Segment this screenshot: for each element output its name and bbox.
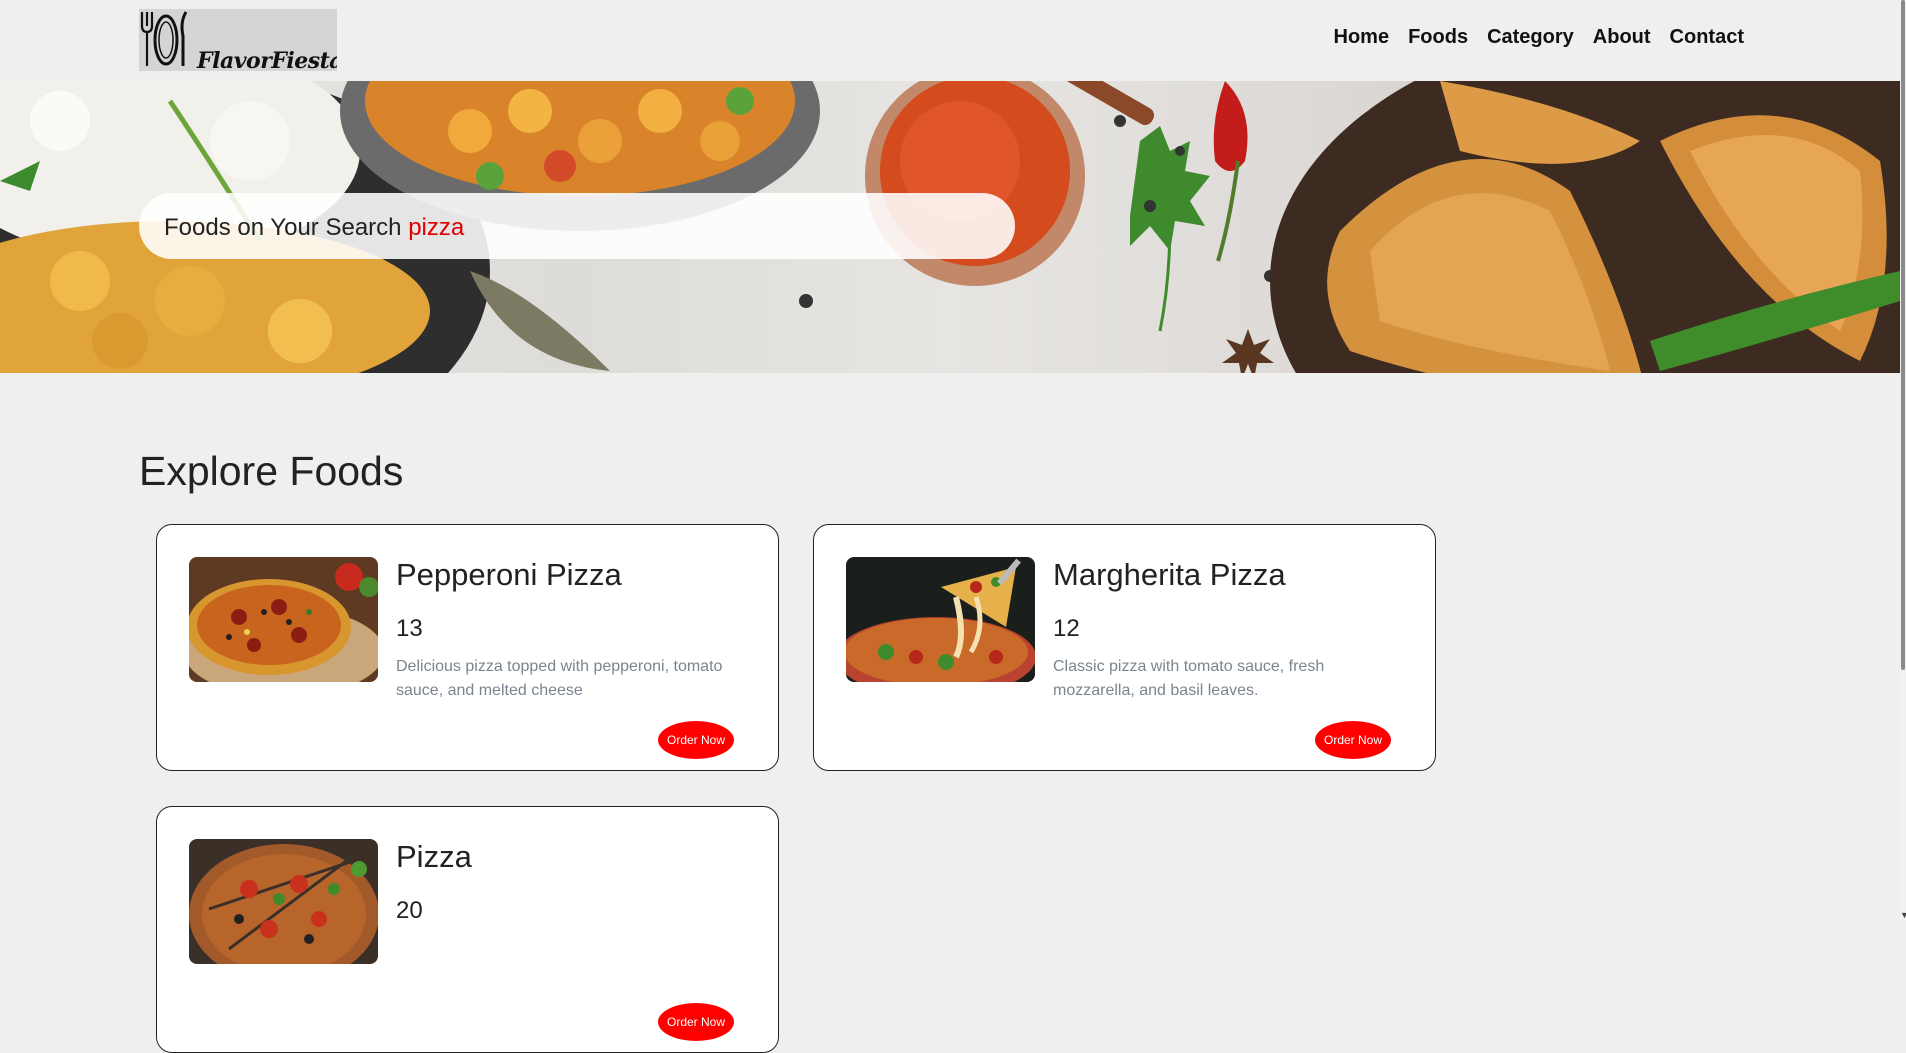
page-scrollbar[interactable]: ▼ [1900, 0, 1906, 922]
brand-logo[interactable]: FlavorFiesta [139, 9, 337, 71]
page-title: Explore Foods [139, 448, 404, 494]
nav-foods[interactable]: Foods [1408, 26, 1468, 49]
food-image [189, 839, 378, 964]
hero-banner: Foods on Your Search pizza [0, 81, 1900, 373]
search-result-text: Foods on Your Search pizza [164, 214, 464, 242]
nav-contact[interactable]: Contact [1670, 26, 1744, 49]
food-name: Pepperoni Pizza [396, 557, 622, 592]
food-card: Pizza 20 Order Now [156, 806, 779, 1053]
order-now-button[interactable]: Order Now [658, 1003, 734, 1041]
food-image [189, 557, 378, 682]
food-price: 20 [396, 897, 423, 924]
food-name: Pizza [396, 839, 472, 874]
search-term: pizza [408, 214, 465, 241]
fork-plate-knife-icon [140, 11, 188, 66]
food-price: 13 [396, 615, 423, 642]
scroll-down-arrow-icon[interactable]: ▼ [1900, 910, 1906, 920]
site-header: FlavorFiesta Home Foods Category About C… [0, 0, 1900, 81]
search-prefix: Foods on Your Search [164, 214, 402, 241]
food-card: Pepperoni Pizza 13 Delicious pizza toppe… [156, 524, 779, 771]
food-price: 12 [1053, 615, 1080, 642]
nav-category[interactable]: Category [1487, 26, 1574, 49]
main-nav: Home Foods Category About Contact [1334, 26, 1745, 49]
order-now-button[interactable]: Order Now [1315, 721, 1391, 759]
scrollbar-thumb[interactable] [1901, 0, 1905, 670]
food-description: Classic pizza with tomato sauce, fresh m… [1053, 658, 1325, 699]
food-image [846, 557, 1035, 682]
food-description: Delicious pizza topped with pepperoni, t… [396, 658, 723, 699]
nav-home[interactable]: Home [1334, 26, 1390, 49]
food-name: Margherita Pizza [1053, 557, 1286, 592]
order-now-button[interactable]: Order Now [658, 721, 734, 759]
food-card: Margherita Pizza 12 Classic pizza with t… [813, 524, 1436, 771]
search-result-banner: Foods on Your Search pizza [139, 193, 1015, 259]
brand-name: FlavorFiesta [197, 48, 337, 71]
nav-about[interactable]: About [1593, 26, 1651, 49]
